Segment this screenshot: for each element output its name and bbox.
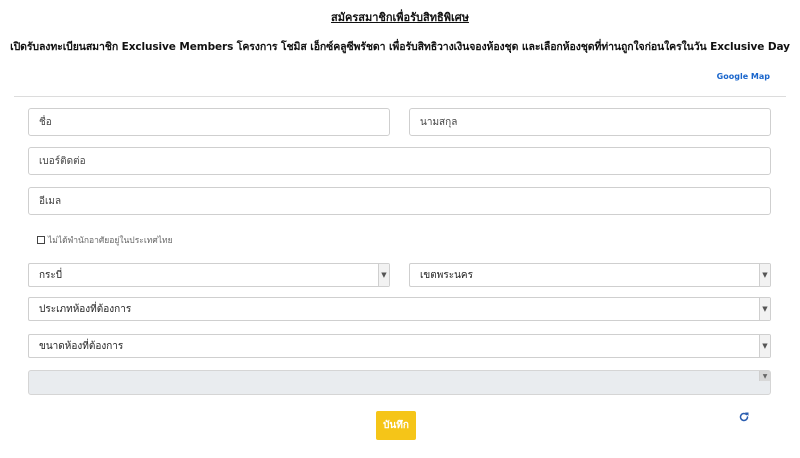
page-title: สมัครสมาชิกเพื่อรับสิทธิพิเศษ — [331, 11, 469, 24]
province-select-value: กระบี่ — [39, 269, 63, 281]
google-map-link[interactable]: Google Map — [717, 72, 770, 81]
chevron-down-icon[interactable]: ▼ — [759, 264, 770, 286]
chevron-down-icon[interactable]: ▼ — [759, 298, 770, 320]
disabled-select: ▼ — [28, 370, 771, 395]
chevron-down-icon: ▼ — [759, 371, 770, 381]
divider — [14, 96, 786, 97]
room-size-select-value: ขนาดห้องที่ต้องการ — [39, 340, 124, 352]
district-select[interactable]: เขตพระนคร ▼ — [409, 263, 771, 287]
save-button[interactable]: บันทึก — [376, 411, 416, 440]
chevron-down-icon[interactable]: ▼ — [759, 335, 770, 357]
district-select-value: เขตพระนคร — [420, 269, 473, 281]
chevron-down-icon[interactable]: ▼ — [378, 264, 389, 286]
room-type-select-value: ประเภทห้องที่ต้องการ — [39, 303, 132, 315]
room-size-select[interactable]: ขนาดห้องที่ต้องการ ▼ — [28, 334, 771, 358]
not-thai-resident-option[interactable]: ไม่ได้พำนักอาศัยอยู่ในประเทศไทย — [37, 233, 173, 247]
email-input[interactable] — [28, 187, 771, 215]
province-select[interactable]: กระบี่ ▼ — [28, 263, 390, 287]
first-name-input[interactable] — [28, 108, 390, 136]
not-thai-resident-label: ไม่ได้พำนักอาศัยอยู่ในประเทศไทย — [48, 236, 173, 246]
room-type-select[interactable]: ประเภทห้องที่ต้องการ ▼ — [28, 297, 771, 321]
not-thai-resident-checkbox[interactable] — [37, 236, 45, 244]
last-name-input[interactable] — [409, 108, 771, 136]
page-subtitle: เปิดรับลงทะเบียนสมาชิก Exclusive Members… — [10, 41, 790, 53]
phone-input[interactable] — [28, 147, 771, 175]
refresh-icon[interactable] — [738, 411, 750, 423]
